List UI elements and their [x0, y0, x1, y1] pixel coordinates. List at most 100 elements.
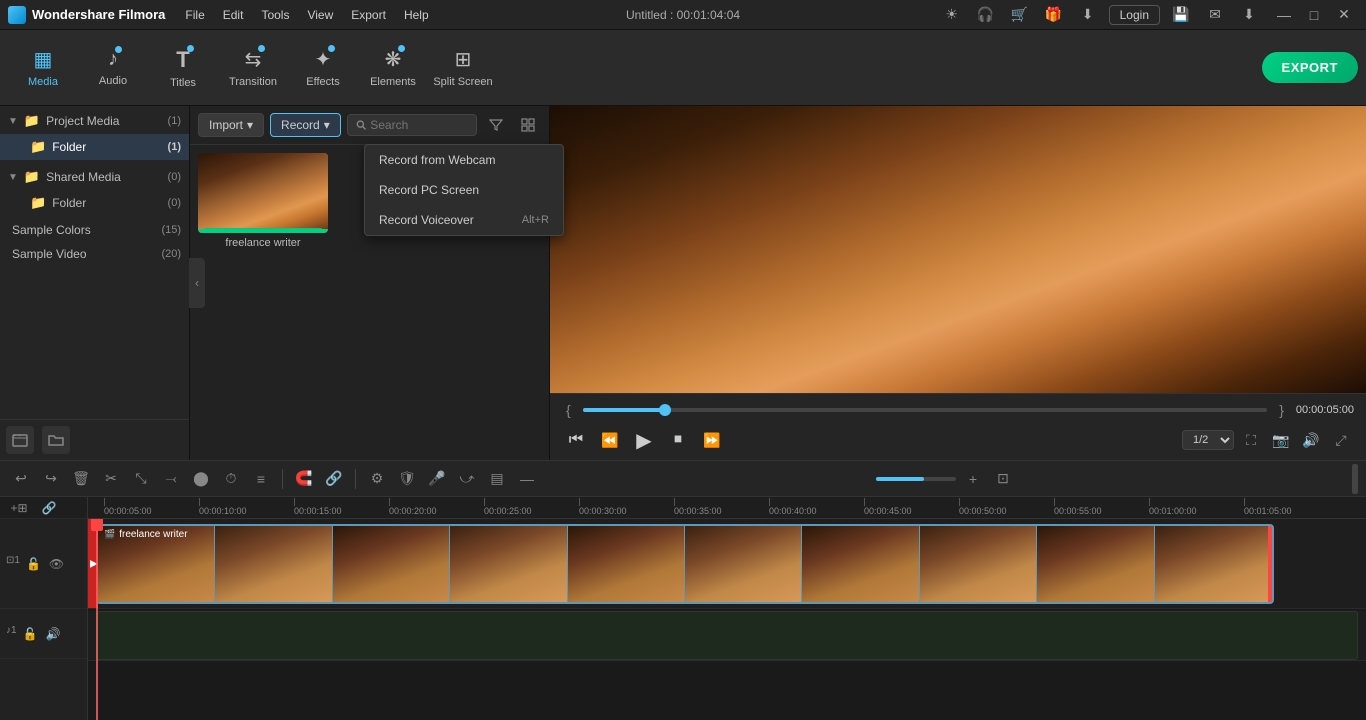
maximize-button[interactable]: □	[1300, 1, 1328, 29]
video-clip[interactable]: 🎬 freelance writer	[96, 524, 1274, 604]
step-back-button[interactable]: ⏪	[596, 426, 624, 454]
menu-export[interactable]: Export	[343, 6, 394, 24]
video-eye-button[interactable]: 👁	[47, 555, 66, 573]
search-box[interactable]	[347, 114, 477, 136]
crop-button[interactable]: ⤡	[128, 466, 154, 492]
stop-button[interactable]: ⏹	[664, 426, 692, 454]
close-button[interactable]: ✕	[1330, 1, 1358, 29]
brightness-icon[interactable]: ☀	[939, 2, 965, 28]
import-button[interactable]: Import ▾	[198, 113, 264, 137]
menu-view[interactable]: View	[299, 6, 341, 24]
ruler-tick	[484, 498, 485, 506]
filter-icon	[489, 118, 503, 132]
fullscreen-button[interactable]: ⛶	[1238, 427, 1264, 453]
timer-button[interactable]: ⏱	[218, 466, 244, 492]
filter-button[interactable]	[483, 112, 509, 138]
cloud-download-icon[interactable]: ⬇	[1236, 2, 1262, 28]
shield-icon[interactable]: 🛡	[394, 466, 420, 492]
zoom-in-icon[interactable]: +	[960, 466, 986, 492]
toolbar-split-screen[interactable]: ⊞ Split Screen	[428, 33, 498, 103]
mic-icon[interactable]: 🎤	[424, 466, 450, 492]
audio-mute-button[interactable]: 🔊	[44, 625, 63, 643]
record-button[interactable]: Record ▾	[270, 113, 341, 137]
zoom-out-icon[interactable]: —	[514, 466, 540, 492]
sample-colors-row[interactable]: Sample Colors (15)	[0, 218, 189, 242]
bracket-right-button[interactable]: }	[1275, 400, 1288, 420]
add-track-button[interactable]: +⊞	[6, 497, 32, 521]
project-media-row[interactable]: ▼ 📁 Project Media (1)	[0, 108, 189, 134]
toolbar-effects[interactable]: ✦ Effects	[288, 33, 358, 103]
grid-view-button[interactable]	[515, 112, 541, 138]
frame-back-button[interactable]: ⏮	[562, 426, 590, 454]
bracket-left-button[interactable]: {	[562, 400, 575, 420]
track-settings-icon[interactable]: ⚙	[364, 466, 390, 492]
screenshot-button[interactable]: 📷	[1268, 427, 1294, 453]
shared-media-row[interactable]: ▼ 📁 Shared Media (0)	[0, 164, 189, 190]
menu-edit[interactable]: Edit	[215, 6, 252, 24]
timeline-tracks: ▶ 🎬 freelance writer	[88, 519, 1366, 720]
ruler-tick	[294, 498, 295, 506]
zoom-slider[interactable]	[876, 477, 956, 481]
audio-track-number: ♪1	[6, 625, 17, 643]
fit-to-window-icon[interactable]: ⊡	[990, 466, 1016, 492]
snap-button[interactable]: 🧲	[291, 466, 317, 492]
sample-video-row[interactable]: Sample Video (20)	[0, 242, 189, 266]
captions-icon[interactable]: ▤	[484, 466, 510, 492]
transition-dot	[258, 45, 265, 52]
split-button[interactable]: ⤙	[158, 466, 184, 492]
timeline-ruler: 00:00:05:00 00:00:10:00 00:00:15:00 00:0…	[88, 497, 1366, 519]
toolbar-elements[interactable]: ❋ Elements	[358, 33, 428, 103]
minimize-button[interactable]: —	[1270, 1, 1298, 29]
export-button[interactable]: EXPORT	[1262, 52, 1358, 83]
playhead-head[interactable]	[91, 519, 103, 531]
titles-icon: T	[176, 47, 189, 73]
play-button[interactable]: ▶	[630, 426, 658, 454]
panel-collapse-button[interactable]: ‹	[189, 258, 205, 308]
headset-icon[interactable]: 🎧	[973, 2, 999, 28]
shared-folder-label: Folder	[52, 196, 161, 210]
record-screen-item[interactable]: Record PC Screen	[365, 175, 563, 205]
progress-track[interactable]	[583, 408, 1268, 412]
cut-button[interactable]: ✂	[98, 466, 124, 492]
playback-bar: { } 00:00:05:00 ⏮ ⏪ ▶ ⏹ ⏩ 1/2	[550, 393, 1366, 460]
overlay-button[interactable]: 🔗	[321, 466, 347, 492]
volume-button[interactable]: 🔊	[1298, 427, 1324, 453]
save-icon[interactable]: 💾	[1168, 2, 1194, 28]
marker-button[interactable]: ⬤	[188, 466, 214, 492]
video-lock-button[interactable]: 🔓	[24, 555, 43, 573]
step-forward-button[interactable]: ⏩	[698, 426, 726, 454]
adjust-button[interactable]: ≡	[248, 466, 274, 492]
download-icon[interactable]: ⬇	[1075, 2, 1101, 28]
login-button[interactable]: Login	[1109, 5, 1160, 25]
new-folder-button[interactable]	[6, 426, 34, 454]
shared-folder-row[interactable]: 📁 Folder (0)	[0, 190, 189, 216]
record-voiceover-item[interactable]: Record Voiceover Alt+R	[365, 205, 563, 235]
timeline-resize-handle[interactable]	[1352, 464, 1358, 494]
audio-lock-button[interactable]: 🔓	[21, 625, 40, 643]
menu-help[interactable]: Help	[396, 6, 437, 24]
undo-button[interactable]: ↩	[8, 466, 34, 492]
gift-icon[interactable]: 🎁	[1041, 2, 1067, 28]
project-media-folder-row[interactable]: 📁 Folder (1)	[0, 134, 189, 160]
open-folder-button[interactable]	[42, 426, 70, 454]
menu-file[interactable]: File	[177, 6, 212, 24]
link-button[interactable]: 🔗	[36, 497, 62, 521]
expand-button[interactable]: ⤢	[1328, 427, 1354, 453]
zoom-track[interactable]	[876, 477, 956, 481]
search-input[interactable]	[370, 118, 468, 132]
toolbar-audio[interactable]: ♪ Audio	[78, 33, 148, 103]
menu-tools[interactable]: Tools	[253, 6, 297, 24]
audio-clip[interactable]	[96, 611, 1358, 660]
toolbar-titles[interactable]: T Titles	[148, 33, 218, 103]
redo-button[interactable]: ↪	[38, 466, 64, 492]
mail-icon[interactable]: ✉	[1202, 2, 1228, 28]
extract-icon[interactable]: ⤻	[454, 466, 480, 492]
toolbar-transition[interactable]: ⇆ Transition	[218, 33, 288, 103]
toolbar-media[interactable]: ▦ Media	[8, 33, 78, 103]
media-item[interactable]: freelance writer	[198, 153, 328, 249]
cart-icon[interactable]: 🛒	[1007, 2, 1033, 28]
record-webcam-item[interactable]: Record from Webcam	[365, 145, 563, 175]
delete-button[interactable]: 🗑	[68, 466, 94, 492]
clip-thumb-5	[568, 526, 685, 602]
quality-select[interactable]: 1/2 Full	[1182, 430, 1234, 450]
